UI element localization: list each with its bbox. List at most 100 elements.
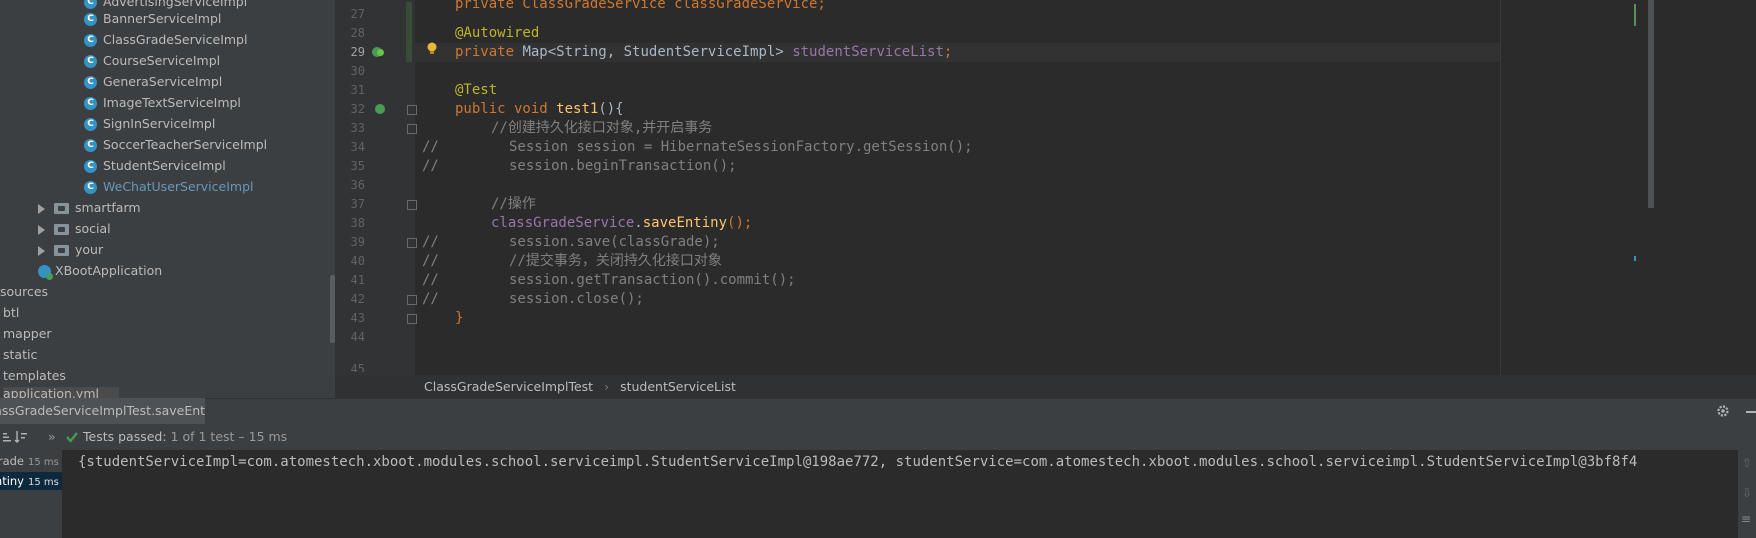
comment-marker: //	[422, 272, 439, 288]
code-line[interactable]: classGradeService.saveEntiny();	[491, 214, 752, 233]
comment-marker: //	[422, 158, 439, 174]
tree-item[interactable]: C BannerServiceImpl	[84, 9, 221, 29]
folder-icon	[54, 224, 69, 235]
test-results-tree: ClassGrade15 ms saveEntiny15 ms	[0, 450, 62, 538]
class-icon: C	[84, 13, 97, 26]
fold-marker[interactable]	[407, 124, 417, 134]
console-line[interactable]: {studentServiceImpl=com.atomestech.xboot…	[78, 451, 1738, 473]
code-line[interactable]: session.save(classGrade);	[509, 233, 720, 252]
tree-file[interactable]: application.yml	[3, 387, 119, 398]
code-line[interactable]: //操作	[491, 195, 536, 214]
line-number: 40	[350, 254, 365, 268]
fold-marker[interactable]	[407, 295, 417, 305]
test-row[interactable]: ClassGrade15 ms	[0, 452, 62, 470]
code-line[interactable]: //创建持久化接口对象,并开启事务	[491, 119, 712, 138]
code-line[interactable]: @Test	[455, 81, 497, 100]
line-number: 30	[350, 64, 365, 78]
project-tree: C AdvertisingServiceImpl C BannerServiceIm…	[0, 0, 335, 398]
code-line[interactable]: private Map<String, StudentServiceImpl> …	[455, 43, 952, 62]
breadcrumb-item[interactable]: studentServiceList	[620, 379, 736, 394]
tree-item-selected[interactable]: C WeChatUserServiceImpl	[84, 177, 254, 197]
run-tab[interactable]: ClassGradeServiceImplTest.saveEntiny ×	[0, 398, 205, 424]
comment-marker: //	[422, 139, 439, 155]
tree-resources[interactable]: sources	[0, 282, 48, 302]
line-number: 45	[350, 362, 365, 372]
tree-item-app[interactable]: XBootApplication	[38, 261, 162, 281]
tree-item[interactable]: C CourseServiceImpl	[84, 51, 220, 71]
line-number: 33	[350, 121, 365, 135]
code-line[interactable]: public void test1(){	[455, 100, 624, 119]
test-status: Tests passed: 1 of 1 test – 15 ms	[83, 429, 288, 444]
folder-icon	[54, 245, 69, 256]
line-number: 38	[350, 216, 365, 230]
code-line[interactable]: Session session = HibernateSessionFactor…	[509, 138, 973, 157]
code-line[interactable]: private ClassGradeService classGradeServ…	[455, 0, 826, 14]
code-line[interactable]: session.getTransaction().commit();	[509, 271, 796, 290]
expand-arrow-icon[interactable]	[38, 203, 45, 214]
editor-scrollbar[interactable]	[1648, 0, 1654, 208]
tree-item[interactable]: C SoccerTeacherServiceImpl	[84, 135, 267, 155]
code-line[interactable]: }	[455, 309, 463, 328]
console-side-toolbar: ⇧ ⇩ ≡	[1738, 450, 1756, 538]
scroll-up-icon[interactable]: ⇧	[1742, 456, 1752, 470]
bulb-icon[interactable]	[427, 42, 437, 55]
run-toolbar: » Tests passed: 1 of 1 test – 15 ms	[0, 424, 1756, 451]
class-icon: C	[84, 34, 97, 47]
vcs-change-marker	[406, 2, 412, 62]
tree-item[interactable]: C ClassGradeServiceImpl	[84, 30, 247, 50]
gear-icon[interactable]	[1716, 404, 1730, 418]
fold-marker[interactable]	[407, 238, 417, 248]
tree-item[interactable]: C StudentServiceImpl	[84, 156, 226, 176]
minimize-icon[interactable]	[1746, 411, 1756, 413]
run-tab-label: ClassGradeServiceImplTest.saveEntiny	[0, 403, 205, 418]
line-number: 29	[350, 45, 365, 59]
tree-package[interactable]: your	[38, 240, 103, 260]
folder-icon	[54, 203, 69, 214]
breadcrumb-item[interactable]: ClassGradeServiceImplTest	[424, 379, 593, 394]
line-number: 28	[350, 26, 365, 40]
scroll-down-icon[interactable]: ⇩	[1742, 486, 1752, 500]
tree-folder[interactable]: static	[3, 345, 37, 365]
comment-marker: //	[422, 253, 439, 269]
class-icon: C	[84, 55, 97, 68]
sort-icon[interactable]	[2, 431, 14, 443]
more-icon[interactable]: »	[48, 424, 56, 450]
expand-arrow-icon[interactable]	[38, 224, 45, 235]
line-number: 32	[350, 102, 365, 116]
fold-marker[interactable]	[407, 200, 417, 210]
line-number: 27	[350, 7, 365, 21]
tree-item[interactable]: C SignInServiceImpl	[84, 114, 215, 134]
sort-duration-icon[interactable]	[14, 430, 28, 444]
right-margin-guide	[1500, 0, 1501, 375]
comment-marker: //	[422, 234, 439, 250]
code-line[interactable]: @Autowired	[455, 24, 539, 43]
line-number: 31	[350, 83, 365, 97]
tree-item[interactable]: C ImageTextServiceImpl	[84, 93, 241, 113]
tree-item[interactable]: C GeneraServiceImpl	[84, 72, 222, 92]
bean-gutter-icon[interactable]	[377, 49, 384, 56]
breadcrumb: ClassGradeServiceImplTest › studentServi…	[335, 375, 1756, 398]
tree-package[interactable]: smartfarm	[38, 198, 141, 218]
line-number: 44	[350, 330, 365, 344]
code-line[interactable]: session.close();	[509, 290, 644, 309]
run-panel-header	[0, 398, 1756, 425]
run-test-gutter-icon[interactable]	[375, 104, 385, 114]
fold-marker[interactable]	[407, 105, 417, 115]
class-icon: C	[84, 160, 97, 173]
expand-arrow-icon[interactable]	[38, 245, 45, 256]
test-row-selected[interactable]: saveEntiny15 ms	[0, 472, 62, 490]
fold-marker[interactable]	[407, 314, 417, 324]
class-icon: C	[84, 97, 97, 110]
tree-folder[interactable]: templates	[3, 366, 66, 386]
check-icon	[66, 432, 78, 443]
change-stripe	[1634, 4, 1636, 26]
tree-folder[interactable]: btl	[3, 303, 19, 323]
code-line[interactable]: //提交事务，关闭持久化接口对象	[509, 252, 722, 271]
soft-wrap-icon[interactable]: ≡	[1741, 512, 1751, 526]
class-icon: C	[84, 139, 97, 152]
tree-package[interactable]: social	[38, 219, 111, 239]
comment-marker: //	[422, 291, 439, 307]
tree-folder[interactable]: mapper	[3, 324, 52, 344]
line-number: 34	[350, 140, 365, 154]
code-line[interactable]: session.beginTransaction();	[509, 157, 737, 176]
